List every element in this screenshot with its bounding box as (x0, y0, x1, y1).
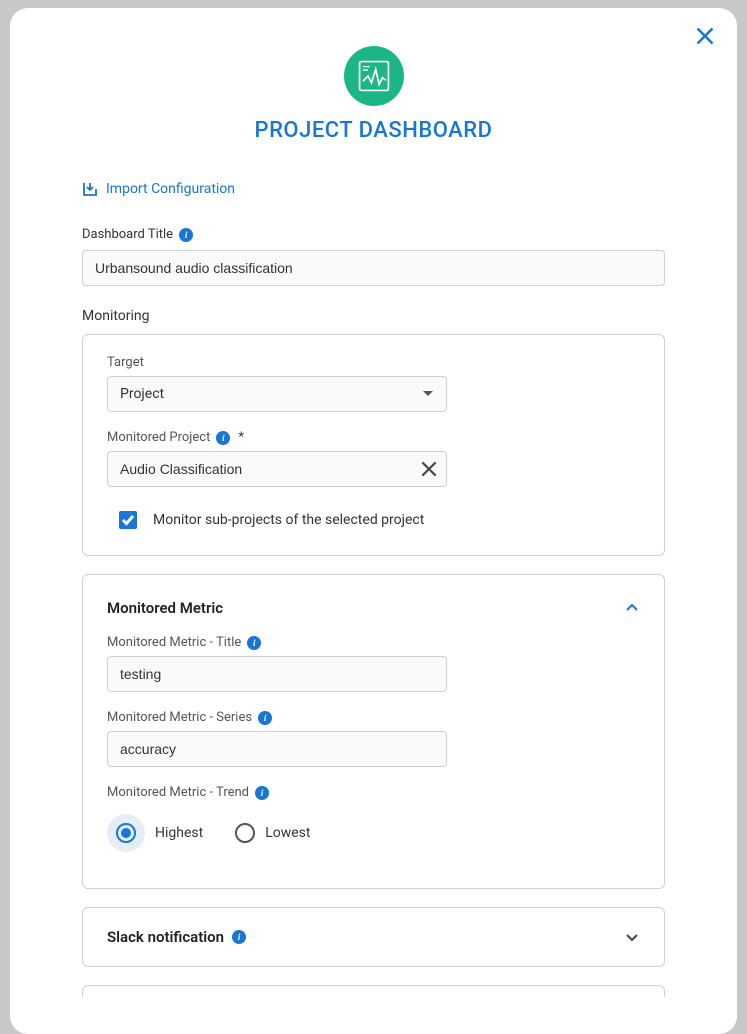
info-icon[interactable]: i (216, 431, 230, 445)
import-link-label: Import Configuration (106, 181, 235, 197)
modal-title: PROJECT DASHBOARD (60, 118, 687, 143)
clear-monitored-project-button[interactable] (421, 461, 437, 477)
check-icon (121, 513, 135, 527)
info-icon[interactable]: i (179, 228, 193, 242)
slack-notification-title: Slack notification i (107, 928, 246, 946)
chevron-down-icon (624, 929, 640, 945)
monitored-project-label: Monitored Project i * (107, 430, 640, 445)
metric-trend-label: Monitored Metric - Trend i (107, 785, 640, 800)
dropdown-icon (422, 390, 434, 398)
required-indicator: * (238, 430, 244, 445)
trend-highest-label: Highest (155, 825, 203, 841)
import-icon (82, 181, 98, 197)
target-select[interactable]: Project (107, 376, 447, 412)
import-configuration-link[interactable]: Import Configuration (82, 181, 687, 197)
metric-title-label: Monitored Metric - Title i (107, 635, 447, 650)
target-value: Project (120, 386, 164, 402)
info-icon[interactable]: i (232, 930, 246, 944)
monitoring-panel: Target Project Monitored Project i * (82, 334, 665, 556)
trend-lowest-radio[interactable]: Lowest (235, 823, 310, 843)
metric-series-label: Monitored Metric - Series i (107, 710, 447, 725)
close-icon (695, 26, 715, 46)
slack-notification-panel-header[interactable]: Slack notification i (107, 928, 640, 946)
next-panel-peek (82, 985, 665, 997)
monitor-subprojects-label: Monitor sub-projects of the selected pro… (153, 512, 424, 528)
slack-notification-panel: Slack notification i (82, 907, 665, 967)
dashboard-title-input[interactable] (82, 250, 665, 286)
monitoring-section-label: Monitoring (82, 308, 665, 324)
chevron-up-icon (624, 600, 640, 616)
project-dashboard-modal: PROJECT DASHBOARD Import Configuration D… (10, 8, 737, 1034)
monitored-project-input[interactable] (107, 451, 447, 487)
metric-title-input[interactable] (107, 656, 447, 692)
dashboard-title-label: Dashboard Title i (82, 227, 665, 242)
trend-highest-radio[interactable]: Highest (107, 814, 203, 852)
target-label: Target (107, 355, 640, 370)
metric-series-input[interactable] (107, 731, 447, 767)
close-button[interactable] (695, 26, 715, 46)
info-icon[interactable]: i (258, 711, 272, 725)
dashboard-header-icon (344, 46, 404, 106)
monitored-metric-title: Monitored Metric (107, 599, 223, 617)
info-icon[interactable]: i (255, 786, 269, 800)
trend-lowest-label: Lowest (265, 825, 310, 841)
info-icon[interactable]: i (247, 636, 261, 650)
monitor-subprojects-checkbox[interactable] (119, 511, 137, 529)
close-icon (421, 461, 437, 477)
monitored-metric-panel-header[interactable]: Monitored Metric (107, 599, 640, 617)
monitored-metric-panel: Monitored Metric Monitored Metric - Titl… (82, 574, 665, 889)
